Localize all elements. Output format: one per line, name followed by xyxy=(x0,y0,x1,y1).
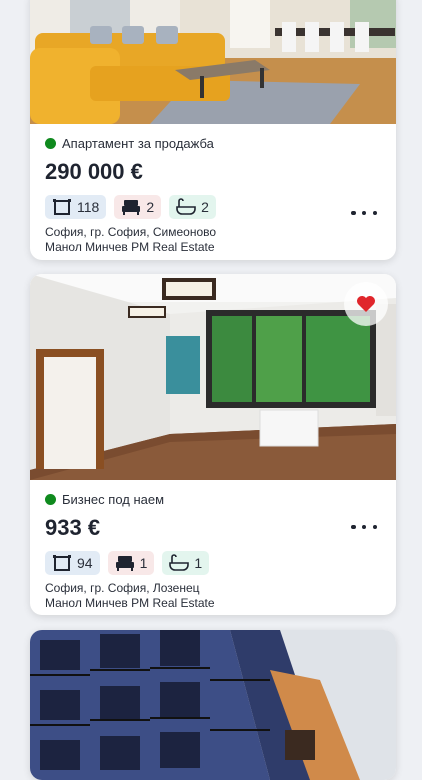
dot xyxy=(351,524,356,530)
listing-type-label: Апартамент за продажба xyxy=(62,136,214,151)
dot xyxy=(372,210,377,216)
area-badge: 118 xyxy=(45,195,107,219)
listing-address: София, гр. София, Лозенец Манол Минчев P… xyxy=(45,581,381,611)
listing-type: Апартамент за продажба xyxy=(45,136,381,151)
bathrooms-badge: 1 xyxy=(162,551,210,575)
listing-photo[interactable] xyxy=(30,274,396,480)
agency-name[interactable]: Манол Минчев PM Real Estate xyxy=(45,596,381,611)
listing-info: Апартамент за продажба 290 000 € 118 2 2… xyxy=(45,136,381,255)
listing-photo[interactable] xyxy=(30,630,396,780)
favorite-button[interactable] xyxy=(344,282,388,326)
dot xyxy=(361,524,367,530)
listing-price: 933 € xyxy=(45,515,101,540)
bed-icon xyxy=(115,555,135,571)
bathtub-icon xyxy=(176,198,196,216)
heart-icon xyxy=(356,295,376,313)
address-line: София, гр. София, Симеоново xyxy=(45,225,217,239)
feature-badges: 94 1 1 xyxy=(45,551,381,575)
address-line: София, гр. София, Лозенец xyxy=(45,581,200,595)
agency-name[interactable]: Манол Минчев PM Real Estate xyxy=(45,240,381,255)
listing-info: Бизнес под наем 933 € 94 1 1 София, гр. … xyxy=(45,492,381,611)
area-value: 94 xyxy=(77,555,93,571)
bedrooms-badge: 1 xyxy=(107,551,155,575)
status-dot xyxy=(45,138,56,149)
listing-price: 290 000 € xyxy=(45,159,143,184)
bathrooms-value: 2 xyxy=(201,199,209,215)
floor-plan-icon xyxy=(52,554,72,572)
listing-type-label: Бизнес под наем xyxy=(62,492,165,507)
area-badge: 94 xyxy=(45,551,100,575)
listing-card[interactable] xyxy=(30,630,396,780)
dot xyxy=(361,210,367,216)
bathrooms-badge: 2 xyxy=(169,195,216,219)
bedrooms-value: 2 xyxy=(146,199,155,215)
bedrooms-value: 1 xyxy=(139,555,148,571)
listing-card[interactable]: Бизнес под наем 933 € 94 1 1 София, гр. … xyxy=(30,274,396,615)
bathtub-icon xyxy=(169,554,190,572)
more-options-button[interactable] xyxy=(351,518,377,536)
dot xyxy=(372,524,377,530)
listing-card[interactable]: Апартамент за продажба 290 000 € 118 2 2… xyxy=(30,0,396,260)
more-options-button[interactable] xyxy=(351,204,377,222)
feature-badges: 118 2 2 xyxy=(45,195,381,219)
bedrooms-badge: 2 xyxy=(114,195,162,219)
floor-plan-icon xyxy=(52,198,72,216)
bed-icon xyxy=(121,199,141,215)
status-dot xyxy=(45,494,56,505)
area-value: 118 xyxy=(77,199,100,215)
listing-type: Бизнес под наем xyxy=(45,492,381,507)
listing-address: София, гр. София, Симеоново Манол Минчев… xyxy=(45,225,381,255)
bathrooms-value: 1 xyxy=(194,555,203,571)
dot xyxy=(351,210,356,216)
listing-photo[interactable] xyxy=(30,0,396,124)
